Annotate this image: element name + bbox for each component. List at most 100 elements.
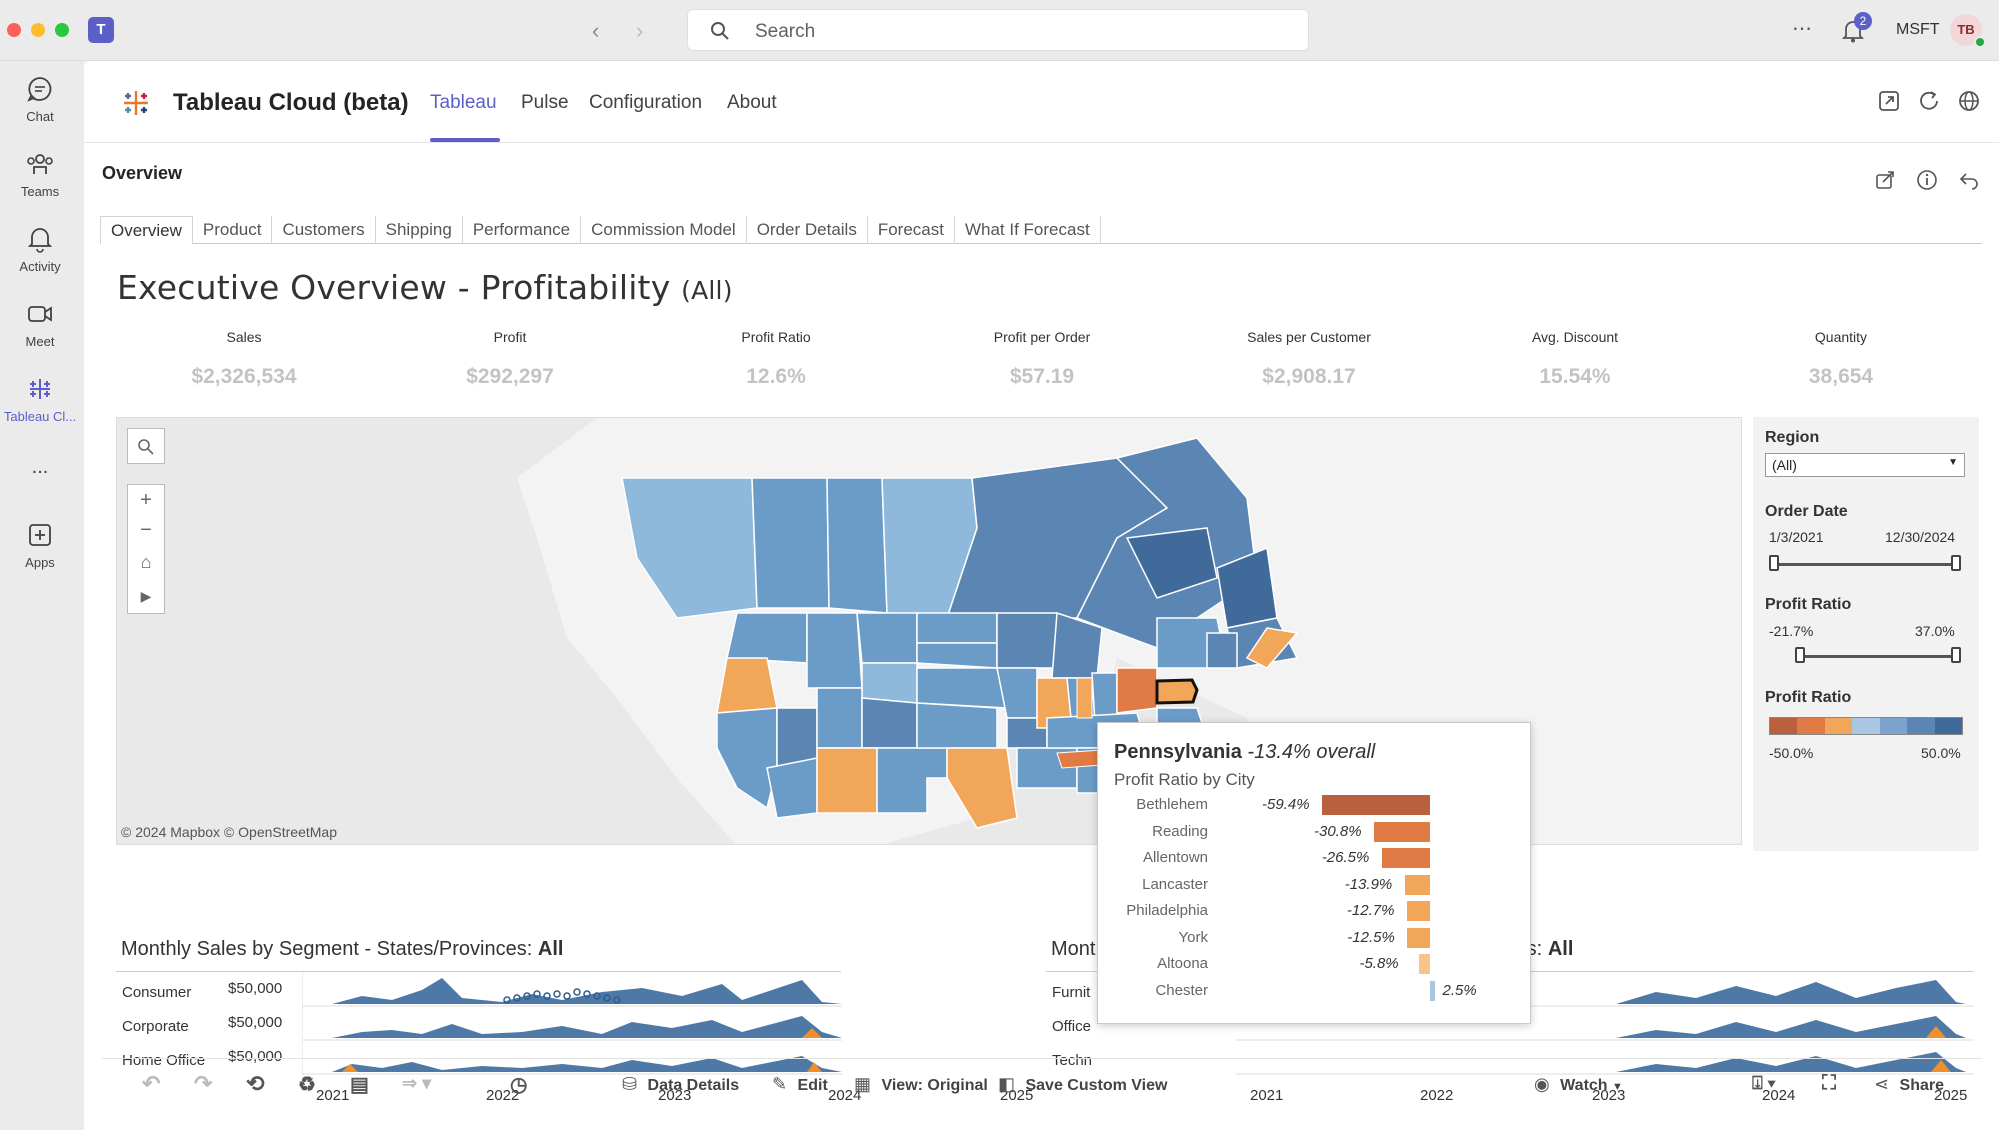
dash-tab-commission-model[interactable]: Commission Model bbox=[581, 216, 747, 244]
globe-icon[interactable] bbox=[1957, 89, 1981, 113]
maximize-window-button[interactable] bbox=[55, 23, 69, 37]
tooltip-city-name: Altoona bbox=[1157, 955, 1208, 972]
dash-tab-forecast[interactable]: Forecast bbox=[868, 216, 955, 244]
minimize-window-button[interactable] bbox=[31, 23, 45, 37]
tooltip-state: Pennsylvania bbox=[1114, 741, 1242, 763]
revert-all-icon[interactable]: ⟲ bbox=[246, 1071, 264, 1097]
refresh-icon[interactable] bbox=[1917, 89, 1941, 113]
more-options-icon[interactable]: ⋯ bbox=[1792, 16, 1812, 41]
open-external-icon[interactable] bbox=[1877, 89, 1901, 113]
forward-arrow-icon[interactable]: › bbox=[636, 18, 643, 44]
region-select[interactable]: (All) ▼ bbox=[1765, 453, 1965, 477]
app-header: Tableau Cloud (beta) Tableau Pulse Confi… bbox=[84, 61, 1999, 143]
segment-chart-title: Monthly Sales by Segment - States/Provin… bbox=[121, 938, 563, 961]
legend-max: 50.0% bbox=[1921, 745, 1961, 761]
data-details-button[interactable]: ⛁ Data Details bbox=[622, 1074, 739, 1095]
tooltip-city-pct: 2.5% bbox=[1442, 981, 1477, 999]
kpi-sales: Sales $2,326,534 bbox=[139, 329, 349, 389]
edit-button[interactable]: ✎ Edit bbox=[772, 1074, 828, 1095]
more-icon: ... bbox=[31, 456, 49, 478]
kpi-label: Sales bbox=[226, 329, 262, 345]
share-button[interactable]: ⋖ Share bbox=[1874, 1074, 1944, 1095]
dash-tab-overview[interactable]: Overview bbox=[100, 216, 193, 244]
revert-icon[interactable] bbox=[1958, 169, 1980, 191]
tooltip-city-name: Allentown bbox=[1142, 849, 1208, 866]
rail-item-activity[interactable]: Activity bbox=[0, 225, 80, 274]
profit-ratio-min: -21.7% bbox=[1769, 623, 1814, 639]
rail-item-teams[interactable]: Teams bbox=[0, 150, 80, 199]
map-zoom-controls: + − ⌂ ▶ bbox=[127, 484, 165, 614]
rail-item-tableau[interactable]: Tableau Cl... bbox=[0, 375, 80, 424]
rail-item-more[interactable]: ... bbox=[0, 456, 80, 479]
kpi-value: $292,297 bbox=[466, 365, 554, 388]
rail-label: Chat bbox=[26, 109, 54, 124]
view-original-button[interactable]: ▦ View: Original bbox=[854, 1074, 988, 1095]
profit-ratio-slider-track[interactable] bbox=[1799, 655, 1957, 658]
dash-tab-what-if-forecast[interactable]: What If Forecast bbox=[955, 216, 1101, 244]
tab-about[interactable]: About bbox=[727, 92, 777, 114]
app-content: Tableau Cloud (beta) Tableau Pulse Confi… bbox=[84, 61, 1999, 1130]
view-label: View: Original bbox=[881, 1077, 988, 1094]
profit-ratio-slider-min-handle[interactable] bbox=[1795, 647, 1805, 663]
watch-button[interactable]: ◉ Watch ▼ bbox=[1534, 1074, 1623, 1095]
watch-dropdown-icon: ▼ bbox=[1612, 1081, 1623, 1093]
undo-icon[interactable]: ↶ bbox=[142, 1071, 160, 1097]
back-arrow-icon[interactable]: ‹ bbox=[592, 18, 599, 44]
redo-icon[interactable]: ↷ bbox=[194, 1071, 212, 1097]
map-search-button[interactable] bbox=[127, 428, 165, 464]
tooltip-city-bar bbox=[1381, 848, 1430, 868]
tooltip-city-bar bbox=[1322, 795, 1430, 815]
tab-tableau[interactable]: Tableau bbox=[430, 92, 497, 114]
order-date-slider-end-handle[interactable] bbox=[1951, 555, 1961, 571]
category-row-label: Office bbox=[1052, 1018, 1091, 1035]
dash-tab-order-details[interactable]: Order Details bbox=[747, 216, 868, 244]
map-attribution: © 2024 Mapbox © OpenStreetMap bbox=[121, 824, 337, 840]
search-placeholder: Search bbox=[755, 21, 816, 42]
home-icon[interactable]: ⌂ bbox=[128, 545, 164, 579]
close-window-button[interactable] bbox=[7, 23, 21, 37]
refresh-data-icon[interactable]: ♻ bbox=[298, 1072, 316, 1097]
profit-ratio-slider-max-handle[interactable] bbox=[1951, 647, 1961, 663]
pause-updates-icon[interactable]: ▤ bbox=[350, 1072, 369, 1097]
watch-label: Watch bbox=[1560, 1077, 1608, 1094]
save-custom-view-button[interactable]: ◧ Save Custom View bbox=[998, 1074, 1167, 1095]
dashboard-tabs: Overview Product Customers Shipping Perf… bbox=[100, 216, 1982, 244]
active-tab-indicator bbox=[430, 138, 500, 142]
tab-pulse[interactable]: Pulse bbox=[521, 92, 569, 114]
pointer-dropdown-icon[interactable]: ⇒ ▾ bbox=[402, 1073, 431, 1094]
category-chart-title-left: Mont bbox=[1051, 938, 1096, 960]
dash-tab-performance[interactable]: Performance bbox=[463, 216, 582, 244]
view-icon: ▦ bbox=[854, 1074, 872, 1094]
view-title: Overview bbox=[102, 163, 183, 183]
tab-configuration[interactable]: Configuration bbox=[589, 92, 702, 114]
metrics-icon[interactable]: ◷ bbox=[510, 1072, 527, 1097]
info-icon[interactable] bbox=[1916, 169, 1938, 191]
order-date-slider-track[interactable] bbox=[1773, 563, 1957, 566]
save-custom-view-label: Save Custom View bbox=[1025, 1077, 1168, 1094]
dash-tab-customers[interactable]: Customers bbox=[272, 216, 376, 244]
fullscreen-icon[interactable]: ⛶ bbox=[1822, 1072, 1836, 1095]
zoom-in-icon[interactable]: + bbox=[128, 485, 164, 515]
search-input[interactable]: Search bbox=[687, 9, 1309, 51]
share-label: Share bbox=[1899, 1077, 1945, 1094]
segment-row-label: Consumer bbox=[122, 984, 192, 1001]
category-title-value: All bbox=[1547, 938, 1574, 960]
dash-tab-shipping[interactable]: Shipping bbox=[376, 216, 463, 244]
play-icon[interactable]: ▶ bbox=[128, 579, 164, 613]
profit-ratio-legend-label: Profit Ratio bbox=[1765, 689, 1852, 706]
rail-item-chat[interactable]: Chat bbox=[0, 75, 80, 124]
zoom-out-icon[interactable]: − bbox=[128, 515, 164, 545]
kpi-label: Quantity bbox=[1814, 329, 1868, 345]
dash-tab-product[interactable]: Product bbox=[193, 216, 273, 244]
kpi-profit-ratio: Profit Ratio 12.6% bbox=[671, 329, 881, 389]
kpi-value: 15.54% bbox=[1539, 365, 1611, 388]
rail-item-apps[interactable]: Apps bbox=[0, 521, 80, 570]
heading-filter: (All) bbox=[681, 276, 733, 305]
download-dropdown-icon[interactable]: ⍗ ▾ bbox=[1752, 1073, 1775, 1094]
order-date-slider-start-handle[interactable] bbox=[1769, 555, 1779, 571]
legend-swatch bbox=[1879, 718, 1908, 734]
rail-item-meet[interactable]: Meet bbox=[0, 300, 80, 349]
share-view-icon[interactable] bbox=[1874, 169, 1896, 191]
profit-ratio-max: 37.0% bbox=[1915, 623, 1955, 639]
tooltip-city-pct: -12.5% bbox=[1347, 928, 1395, 946]
